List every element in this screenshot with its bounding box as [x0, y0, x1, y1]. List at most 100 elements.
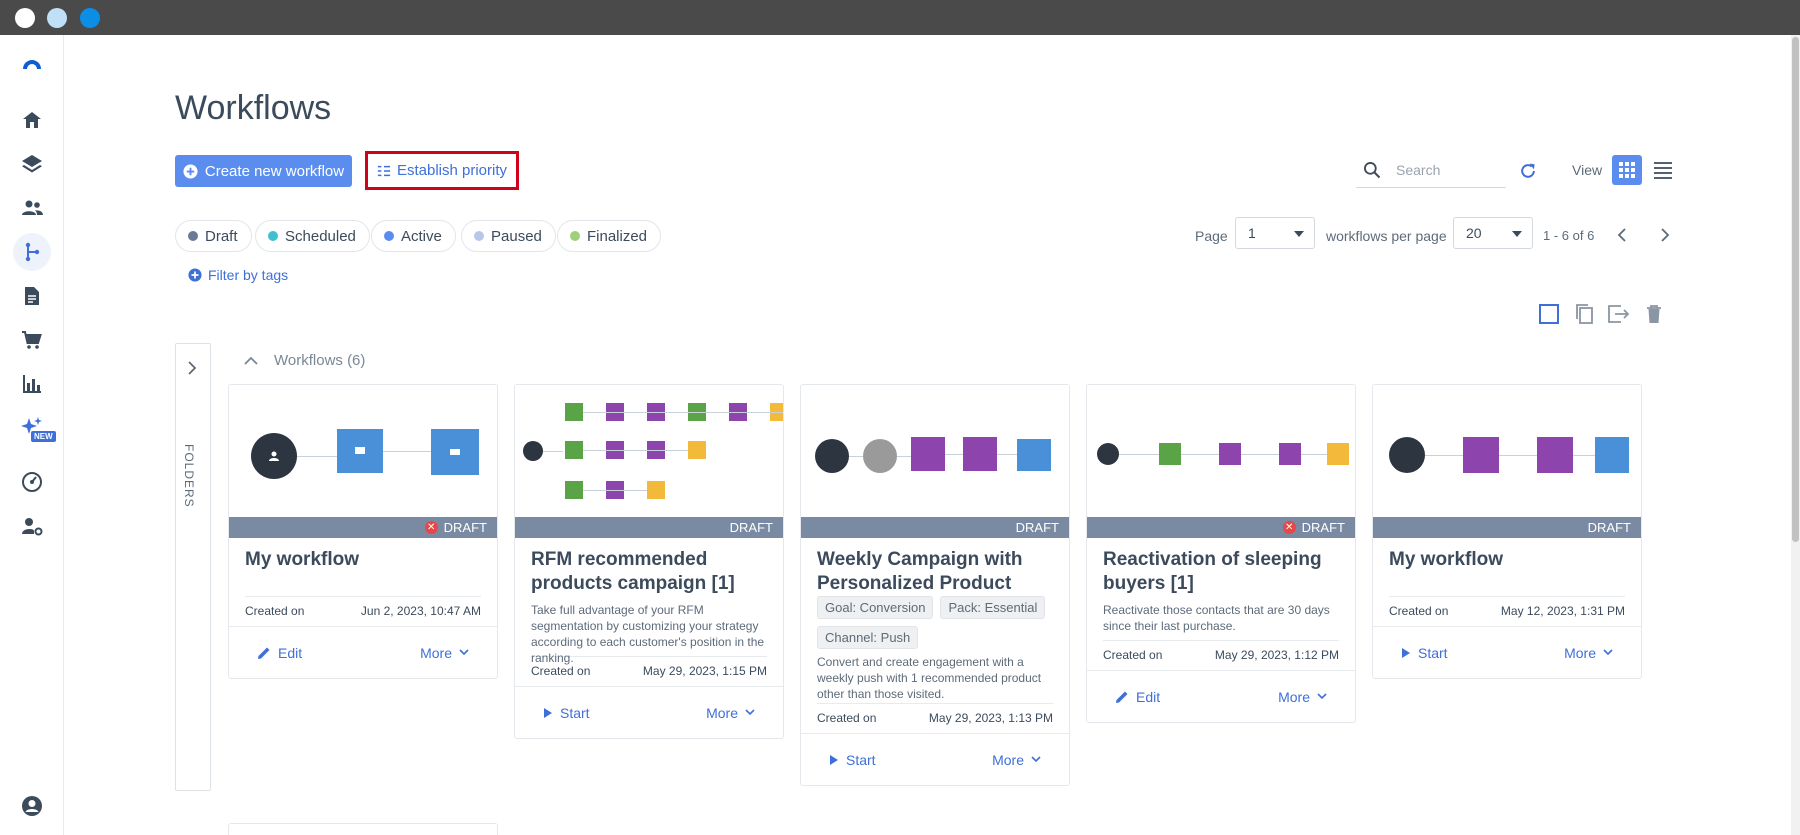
workflow-title[interactable]: Reactivation of sleeping buyers [1] [1087, 538, 1355, 602]
email-node-icon [911, 437, 945, 471]
send-node-icon [431, 429, 479, 475]
error-icon: ✕ [424, 521, 438, 534]
workflow-title[interactable]: Weekly Campaign with Personalized Produc… [801, 538, 1069, 596]
start-button[interactable]: Start [1401, 645, 1448, 661]
workflow-title[interactable]: My workflow [1373, 538, 1641, 596]
next-page-button[interactable] [1653, 223, 1677, 247]
workflow-description: Take full advantage of your RFM segmenta… [531, 603, 765, 665]
error-icon: ✕ [1282, 521, 1296, 534]
home-icon[interactable] [13, 101, 51, 139]
more-label: More [420, 644, 452, 661]
created-row: Created on May 12, 2023, 1:31 PM [1389, 596, 1625, 626]
created-row: Created on May 29, 2023, 1:13 PM [817, 703, 1053, 733]
sparkle-icon[interactable]: NEW [13, 409, 56, 447]
start-button[interactable]: Start [543, 705, 590, 721]
filter-chip-active[interactable]: Active [371, 220, 456, 252]
window-minimize-button[interactable] [47, 8, 67, 28]
duplicate-button[interactable] [1570, 300, 1598, 328]
workflow-icon[interactable] [13, 233, 51, 271]
user-gear-icon[interactable] [13, 507, 51, 545]
workflow-card[interactable]: ✕ DRAFT My workflow Created on Jun 2, 20… [228, 384, 498, 679]
more-button[interactable]: More [706, 705, 755, 721]
cart-icon[interactable] [13, 321, 51, 359]
prev-page-button[interactable] [1610, 223, 1634, 247]
end-node-icon [1327, 443, 1349, 465]
workflow-card[interactable]: ✕ DRAFT Reactivation of sleeping buyers … [1086, 384, 1356, 723]
more-button[interactable]: More [1278, 689, 1327, 705]
create-workflow-button[interactable]: Create new workflow [175, 155, 352, 187]
grid-view-button[interactable] [1612, 155, 1642, 185]
status-dot [188, 231, 198, 241]
more-button[interactable]: More [992, 752, 1041, 768]
layers-icon[interactable] [13, 145, 51, 183]
delete-button[interactable] [1640, 300, 1668, 328]
start-node-icon [251, 433, 297, 479]
page-title: Workflows [175, 89, 332, 127]
filter-chip-scheduled[interactable]: Scheduled [255, 220, 370, 252]
more-button[interactable]: More [420, 645, 469, 661]
per-page-select[interactable]: 20 [1453, 217, 1533, 249]
status-badge: DRAFT [1015, 520, 1059, 535]
workflow-thumbnail [1087, 385, 1355, 517]
created-label: Created on [531, 664, 591, 678]
pagination-range: 1 - 6 of 6 [1543, 228, 1595, 243]
workflow-title[interactable]: My workflow [229, 538, 497, 596]
created-row: Created on Jun 2, 2023, 10:47 AM [245, 596, 481, 626]
chevron-right-icon [188, 361, 197, 375]
account-icon[interactable] [13, 787, 51, 825]
more-button[interactable]: More [1564, 645, 1613, 661]
tag-goal[interactable]: Goal: Conversion [817, 596, 934, 619]
status-band: ✕ DRAFT [1087, 517, 1355, 538]
users-icon[interactable] [13, 189, 51, 227]
workflow-card[interactable]: DRAFT My workflow Created on May 12, 202… [1372, 384, 1642, 679]
start-node-icon [1097, 443, 1119, 465]
status-badge: DRAFT [729, 520, 773, 535]
workflows-section-header[interactable]: Workflows (6) [244, 352, 365, 369]
refresh-button[interactable] [1514, 157, 1542, 185]
select-all-checkbox[interactable] [1535, 300, 1563, 328]
scrollbar-thumb[interactable] [1792, 37, 1799, 542]
folders-panel[interactable]: FOLDERS [175, 343, 211, 791]
vertical-scrollbar[interactable] [1791, 35, 1800, 835]
logo-icon[interactable] [13, 45, 51, 83]
filter-chip-draft[interactable]: Draft [175, 220, 252, 252]
chart-icon[interactable] [13, 365, 51, 403]
pencil-icon [1116, 691, 1128, 703]
checkbox-icon [1539, 304, 1559, 324]
list-view-button[interactable] [1648, 155, 1678, 185]
workflow-card[interactable] [228, 823, 498, 835]
more-label: More [1278, 688, 1310, 705]
card-actions: Start More [1373, 626, 1641, 678]
condition-node-icon [565, 441, 583, 459]
establish-priority-button[interactable]: Establish priority [365, 151, 519, 190]
copy-icon [1576, 304, 1593, 324]
document-icon[interactable] [13, 277, 51, 315]
chevron-down-icon [1317, 693, 1327, 700]
start-node-icon [1389, 437, 1425, 473]
tag-pack[interactable]: Pack: Essential [940, 596, 1046, 619]
tag-channel[interactable]: Channel: Push [817, 626, 919, 649]
edit-button[interactable]: Edit [1115, 689, 1160, 705]
email-node-icon [1279, 443, 1301, 465]
start-button[interactable]: Start [829, 752, 876, 768]
window-maximize-button[interactable] [80, 8, 100, 28]
move-button[interactable] [1605, 300, 1633, 328]
message-node-icon [337, 429, 383, 473]
workflow-title[interactable]: RFM recommended products campaign [1] [515, 538, 783, 602]
window-close-button[interactable] [15, 8, 35, 28]
filter-chip-paused[interactable]: Paused [461, 220, 556, 252]
end-node-icon [688, 441, 706, 459]
filter-by-tags-button[interactable]: Filter by tags [188, 267, 288, 283]
push-node-icon [1595, 437, 1629, 473]
edit-button[interactable]: Edit [257, 645, 302, 661]
workflow-card[interactable]: DRAFT Weekly Campaign with Personalized … [800, 384, 1070, 786]
gauge-icon[interactable] [13, 463, 51, 501]
section-title: Workflows (6) [274, 352, 366, 369]
establish-priority-label: Establish priority [396, 162, 508, 179]
filter-chip-finalized[interactable]: Finalized [557, 220, 662, 252]
chevron-down-icon [1294, 231, 1304, 237]
workflow-card[interactable]: DRAFT RFM recommended products campaign … [514, 384, 784, 739]
page-select[interactable]: 1 [1235, 217, 1315, 249]
search-input[interactable] [1396, 162, 1496, 178]
trash-icon [1647, 305, 1661, 323]
